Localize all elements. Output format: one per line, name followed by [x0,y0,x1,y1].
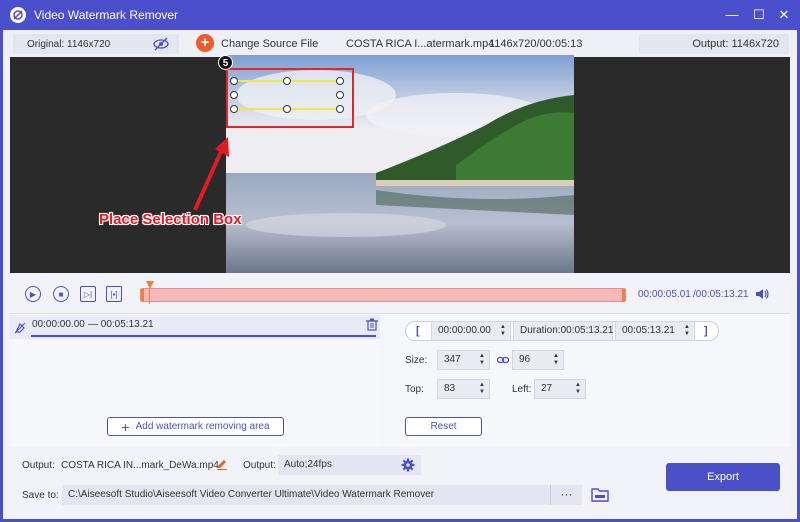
add-source-icon[interactable]: + [196,34,214,52]
maximize-icon[interactable]: ☐ [751,7,767,23]
change-source-button[interactable]: Change Source File [221,38,318,50]
output-format-value: Auto;24fps [284,459,332,470]
original-size-label: Original: 1146x720 [27,38,111,50]
spinner-icon[interactable]: ▲ ▼ [574,382,582,396]
output-size-pill: Output: 1146x720 [639,34,789,54]
timeline-end-handle[interactable] [622,289,625,301]
spinner-icon[interactable]: ▲ ▼ [683,324,691,338]
timeline-track[interactable] [140,288,626,302]
minimize-icon[interactable]: — [724,7,740,23]
segment-progress-bar [31,335,376,337]
size-label: Size: [405,355,428,366]
save-path-value: C:\Aiseesoft Studio\Aiseesoft Video Conv… [68,489,435,500]
fit-frame-icon[interactable]: [▪] [106,286,122,302]
folder-icon[interactable] [591,487,609,502]
eye-icon[interactable] [153,37,169,51]
resize-handle[interactable] [336,77,344,85]
spinner-icon[interactable]: ▲ ▼ [478,353,486,367]
close-icon[interactable]: ✕ [776,7,792,23]
segment-time-range: — 00:05:13.21 [88,319,154,330]
eraser-icon [14,322,26,334]
annotation-arrow-icon [193,137,229,211]
playhead-line [149,288,150,304]
spinner-icon[interactable]: ▲ ▼ [499,324,507,338]
resize-handle[interactable] [283,105,291,113]
add-watermark-area-label: Add watermark removing area [135,421,270,432]
output-format-field[interactable]: Auto;24fps [278,455,421,475]
plus-icon: + [121,418,130,435]
stop-icon[interactable]: ■ [53,286,69,302]
range-end-value: 00:05:13.21 [622,325,675,336]
gear-icon[interactable] [401,458,415,472]
spinner-icon[interactable]: ▲ ▼ [552,353,560,367]
playhead-icon[interactable] [146,281,154,289]
output-size-label: Output: 1146x720 [692,38,779,50]
window-title: Video Watermark Remover [34,8,179,22]
resize-handle[interactable] [283,77,291,85]
trash-icon[interactable] [366,318,378,331]
top-value: 83 [444,383,456,394]
original-size-pill: Original: 1146x720 [13,34,179,54]
resize-handle[interactable] [230,105,238,113]
top-input[interactable]: 83 ▲ ▼ [437,379,490,399]
next-frame-icon[interactable]: ▷| [80,286,96,302]
link-icon[interactable] [497,355,509,365]
step-badge: 5 [218,55,233,70]
output-file-label: Output: [22,460,55,471]
edit-pencil-icon[interactable] [216,458,228,470]
segment-start-time: 00:00:00.00 [32,319,85,330]
save-path-field[interactable]: C:\Aiseesoft Studio\Aiseesoft Video Conv… [62,485,550,505]
duration-field[interactable]: Duration:00:05:13.21 [513,321,613,341]
source-file-meta: 1146x720/00:05:13 [489,38,583,50]
reset-button[interactable]: Reset [405,417,482,436]
export-button[interactable]: Export [666,463,780,491]
resize-handle[interactable] [336,105,344,113]
range-start-value: 00:00:00.00 [438,325,491,336]
left-input[interactable]: 27 ▲ ▼ [534,379,586,399]
annotation-label: Place Selection Box [99,211,242,228]
total-time: /00:05:13.21 [693,289,749,300]
height-input[interactable]: 96 ▲ ▼ [512,350,564,370]
height-value: 96 [519,354,531,365]
info-bar: Original: 1146x720 + Change Source File … [3,30,797,57]
title-bar: Video Watermark Remover — ☐ ✕ [0,0,800,30]
resize-handle[interactable] [336,91,344,99]
width-value: 347 [444,354,461,365]
browse-button[interactable]: ··· [550,485,582,505]
duration-value: Duration:00:05:13.21 [520,325,614,336]
resize-handle[interactable] [230,91,238,99]
save-to-label: Save to: [22,490,59,501]
left-label: Left: [512,384,532,395]
output-file-name: COSTA RICA IN...mark_DeWa.mp4 [61,460,219,471]
segment-end-time: 00:05:13.21 [100,319,154,330]
app-logo-icon [10,7,26,23]
current-time: 00:00:05.01 [638,289,691,300]
set-start-button[interactable]: [ [416,325,420,337]
volume-icon[interactable] [755,287,769,301]
source-file-name: COSTA RICA I...atermark.mp4 [346,38,495,50]
add-watermark-area-button[interactable]: + Add watermark removing area [107,417,284,436]
width-input[interactable]: 347 ▲ ▼ [437,350,490,370]
play-icon[interactable]: ▶ [25,286,41,302]
spinner-icon[interactable]: ▲ ▼ [478,382,486,396]
output-format-label: Output: [243,460,276,471]
range-end-input[interactable]: 00:05:13.21 ▲ ▼ [615,321,695,341]
set-end-button[interactable]: ] [704,325,708,337]
segment-separator: — [88,319,98,330]
resize-handle[interactable] [230,77,238,85]
timeline-start-handle[interactable] [141,289,144,301]
left-value: 27 [541,383,553,394]
top-label: Top: [405,384,424,395]
range-start-input[interactable]: 00:00:00.00 ▲ ▼ [431,321,511,341]
